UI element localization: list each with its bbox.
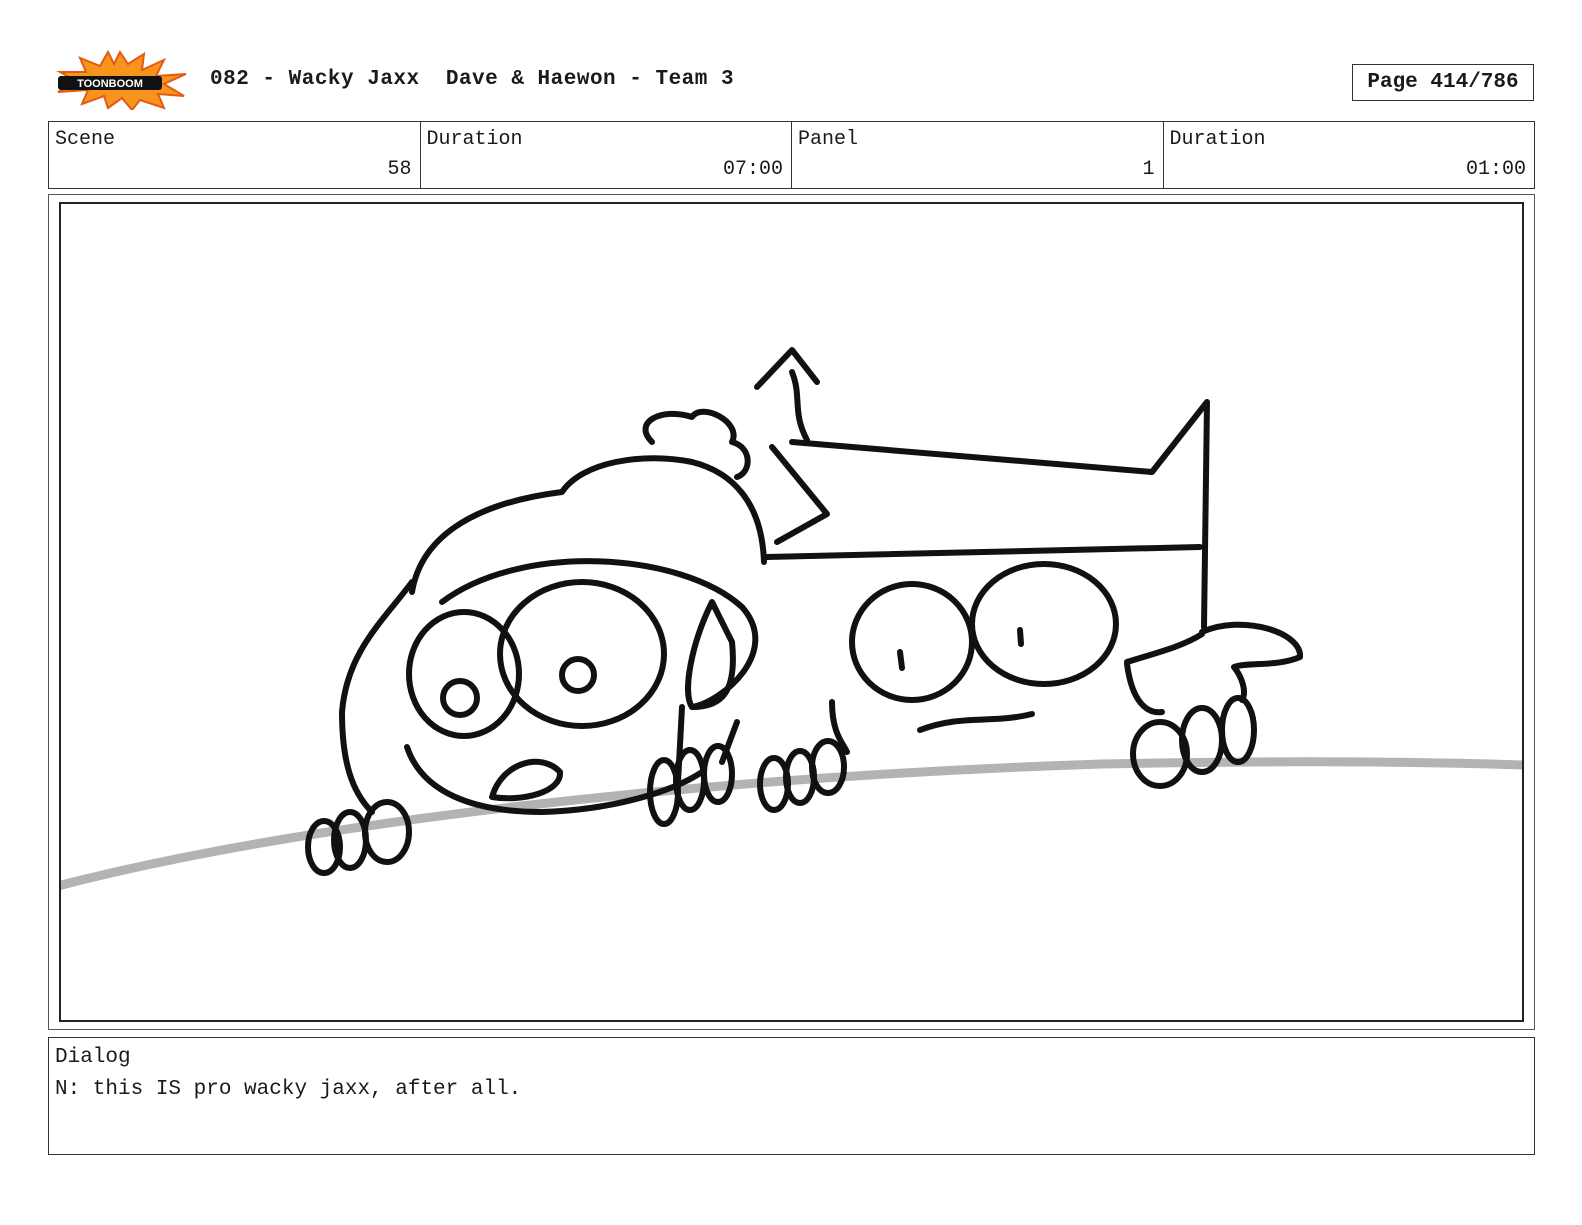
motion-arrow (754, 347, 820, 443)
panel-duration-cell: Duration 01:00 (1162, 122, 1535, 188)
ground-line (61, 757, 1522, 890)
right-character-arm (1124, 621, 1303, 716)
panel-duration-value: 01:00 (1465, 158, 1526, 181)
panel-duration-label: Duration (1169, 128, 1266, 151)
panel-info-row: Scene 58 Duration 07:00 Panel 1 Duration… (48, 121, 1535, 189)
left-character-mouth (489, 758, 563, 802)
scene-duration-cell: Duration 07:00 (419, 122, 792, 188)
page-indicator: Page 414/786 (1352, 64, 1534, 101)
dialog-label: Dialog (55, 1046, 131, 1069)
scene-value: 58 (387, 158, 412, 181)
document-title: 082 - Wacky Jaxx Dave & Haewon - Team 3 (210, 68, 735, 91)
scene-cell: Scene 58 (49, 122, 420, 188)
right-character-mouth (917, 711, 1035, 733)
dialog-text: N: this IS pro wacky jaxx, after all. (55, 1078, 522, 1101)
svg-text:TOONBOOM: TOONBOOM (77, 78, 143, 90)
scene-label: Scene (55, 128, 116, 151)
sketch-canvas (61, 347, 1522, 890)
right-character-head (764, 399, 1210, 630)
left-character-hat (409, 455, 767, 595)
panel-label: Panel (798, 128, 859, 151)
storyboard-panel-drawing (59, 202, 1524, 1022)
scene-duration-value: 07:00 (722, 158, 783, 181)
toonboom-logo: TOONBOOM (56, 50, 187, 110)
dialog-box: Dialog N: this IS pro wacky jaxx, after … (48, 1037, 1535, 1155)
panel-value: 1 (1142, 158, 1155, 181)
scene-duration-label: Duration (426, 128, 523, 151)
panel-cell: Panel 1 (791, 122, 1163, 188)
